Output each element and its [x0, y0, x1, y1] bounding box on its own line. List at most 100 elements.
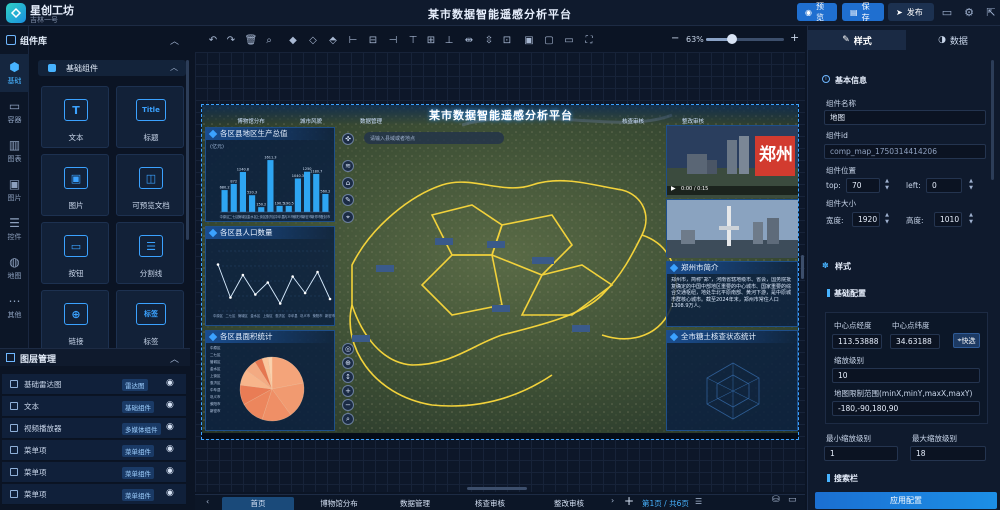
left-stepper[interactable]: ▲ ▼ — [966, 178, 976, 193]
rail-item-cube[interactable]: ⬢ 基础 — [0, 54, 29, 92]
redo-icon[interactable]: ↷ — [224, 33, 238, 47]
zoom-out-button[interactable]: − — [671, 33, 679, 44]
rail-item-chart[interactable]: ▥ 图表 — [0, 132, 29, 170]
measure-icon[interactable]: ↕ — [342, 371, 354, 383]
zoom-out-icon[interactable]: − — [342, 399, 354, 411]
library-scrollbar[interactable] — [186, 60, 189, 240]
component-card[interactable]: ▣ 图片 — [41, 154, 109, 216]
component-name-field[interactable]: 地图 — [824, 110, 986, 125]
layer-item[interactable]: 文本 基础组件 ◉ — [2, 396, 186, 417]
play-icon[interactable]: ▶ — [671, 185, 676, 192]
delete-icon[interactable]: 🗑 — [244, 33, 258, 47]
publish-button[interactable]: ➤ 发布 — [888, 3, 934, 21]
bounds-input[interactable]: -180,-90,180,90 — [832, 401, 980, 416]
layer-item[interactable]: 菜单项 菜单组件 ◉ — [2, 440, 186, 461]
navigation-icon[interactable]: ◎ — [342, 343, 354, 355]
layers-icon[interactable]: ≋ — [342, 160, 354, 172]
page-tab[interactable]: 首页 — [222, 497, 294, 510]
eye-icon[interactable]: ◉ — [166, 466, 174, 476]
population-panel[interactable]: 各区县人口数量 中原区 二七区 管城区 金水区 上街区 惠济区 中牟县 巩义市 荥阳市 新密市 — [205, 226, 336, 326]
zoom-fit-icon[interactable]: ⌕ — [262, 33, 276, 47]
component-card[interactable]: ⊕ 链接 — [41, 290, 109, 352]
canvas-tab[interactable]: 核查审核 — [612, 117, 654, 125]
center-lon-input[interactable]: 113.53888 — [832, 334, 882, 349]
ungroup-icon[interactable]: ▢ — [542, 33, 556, 47]
group-icon[interactable]: ▣ — [522, 33, 536, 47]
page-tab[interactable]: 数据管理 — [380, 497, 450, 510]
component-card[interactable]: ◫ 可预览文档 — [116, 154, 184, 216]
apply-config-button[interactable]: 应用配置 — [815, 492, 997, 509]
canvas-tab[interactable]: 整改审核 — [672, 117, 714, 125]
distribute-v-icon[interactable]: ⇳ — [482, 33, 496, 47]
max-zoom-input[interactable]: 18 — [910, 446, 986, 461]
quick-select-button[interactable]: ⌖ 快选 — [953, 333, 980, 348]
height-stepper[interactable]: ▲ ▼ — [966, 212, 976, 227]
rail-item-image[interactable]: ▣ 图片 — [0, 171, 29, 209]
rail-item-monitor[interactable]: ▭ 容器 — [0, 93, 29, 131]
rail-item-globe[interactable]: ◍ 地图 — [0, 249, 29, 287]
basic-components-group[interactable]: 基础组件 ︿ — [38, 60, 186, 76]
map-search-input[interactable]: 请输入县域或者地点 — [364, 132, 504, 144]
intro-panel[interactable]: 郑州市简介 郑州市，简称“郑”，河南省辖地级市、省会，国务院批复确定的中国中部地… — [666, 261, 798, 327]
video-player[interactable]: 郑州 ▶ 0:00 / 0:15 — [666, 125, 798, 198]
tab-data[interactable]: ◑ 数据 — [908, 30, 998, 50]
tab-style[interactable]: ✎ 样式 — [808, 30, 906, 50]
lock-icon[interactable]: ⊡ — [500, 33, 514, 47]
database-icon[interactable]: ⛁ — [772, 495, 780, 505]
export-icon[interactable]: ⇱ — [983, 4, 999, 20]
design-canvas[interactable]: 某市数据智能遥感分析平台 博物馆分布 城市风貌 数据管理 核查审核 整改审核 请… — [201, 104, 799, 440]
gdp-panel[interactable]: 各区县地区生产总值 (亿元) 680.2 中原区 872 二七区 1240.8 管城区 520… — [205, 127, 335, 222]
height-input[interactable]: 1010 — [934, 212, 962, 227]
align-middle-icon[interactable]: ⊞ — [424, 33, 438, 47]
layer-item[interactable]: 菜单项 菜单组件 ◉ — [2, 484, 186, 505]
zoom-slider-handle[interactable] — [726, 34, 737, 44]
canvas-tab[interactable]: 城市风貌 — [290, 117, 332, 125]
component-card[interactable]: T 文本 — [41, 86, 109, 148]
eye-icon[interactable]: ◉ — [166, 400, 174, 410]
layer-down-icon[interactable]: ◇ — [306, 33, 320, 47]
search-icon[interactable]: ⌕ — [342, 413, 354, 425]
distribute-h-icon[interactable]: ⇹ — [462, 33, 476, 47]
component-card[interactable]: ☰ 分割线 — [116, 222, 184, 284]
check-panel[interactable]: 全市糖土核查状态统计 — [666, 330, 798, 431]
home-icon[interactable]: ⌂ — [342, 177, 354, 189]
zoom-in-button[interactable]: + — [790, 31, 799, 44]
page-menu-icon[interactable]: ☰ — [695, 497, 702, 506]
pin-icon[interactable]: ⌖ — [342, 211, 354, 223]
eye-icon[interactable]: ◉ — [166, 378, 174, 388]
screen-icon[interactable]: ▭ — [788, 495, 797, 505]
width-stepper[interactable]: ▲ ▼ — [882, 212, 892, 227]
left-input[interactable]: 0 — [926, 178, 962, 193]
canvas-tab[interactable]: 数据管理 — [350, 117, 392, 125]
locate-icon[interactable]: ⊕ — [342, 357, 354, 369]
layer-top-icon[interactable]: ⬘ — [326, 33, 340, 47]
component-card[interactable]: ▭ 按钮 — [41, 222, 109, 284]
layer-item[interactable]: 视频播放器 多媒体组件 ◉ — [2, 418, 186, 439]
fullscreen-icon[interactable]: ⛶ — [582, 33, 596, 47]
edit-icon[interactable]: ✎ — [342, 194, 354, 206]
align-bottom-icon[interactable]: ⊥ — [442, 33, 456, 47]
width-input[interactable]: 1920 — [852, 212, 880, 227]
canvas-tab[interactable]: 博物馆分布 — [230, 117, 272, 125]
page-tab[interactable]: 核查审核 — [455, 497, 525, 510]
rail-item-more[interactable]: ⋯ 其他 — [0, 288, 29, 326]
screen-icon[interactable]: ▭ — [562, 33, 576, 47]
component-card[interactable]: Title 标题 — [116, 86, 184, 148]
top-stepper[interactable]: ▲ ▼ — [882, 178, 892, 193]
page-tab[interactable]: 博物馆分布 — [304, 497, 374, 510]
preview-button[interactable]: ◉ 预览 — [797, 2, 837, 22]
top-input[interactable]: 70 — [846, 178, 880, 193]
align-top-icon[interactable]: ⊤ — [406, 33, 420, 47]
eye-icon[interactable]: ◉ — [166, 422, 174, 432]
tab-prev-icon[interactable]: ‹ — [206, 497, 209, 506]
collapse-icon[interactable]: ︿ — [170, 34, 179, 47]
center-lat-input[interactable]: 34.63188 — [890, 334, 940, 349]
zoom-in-icon[interactable]: + — [342, 385, 354, 397]
eye-icon[interactable]: ◉ — [166, 444, 174, 454]
save-button[interactable]: ▤ 保存 — [842, 2, 884, 22]
eye-icon[interactable]: ◉ — [166, 488, 174, 498]
zoom-input[interactable]: 10 — [832, 368, 980, 383]
add-page-icon[interactable]: + — [624, 494, 634, 508]
align-right-icon[interactable]: ⊣ — [386, 33, 400, 47]
component-card[interactable]: 标签 标签 — [116, 290, 184, 352]
